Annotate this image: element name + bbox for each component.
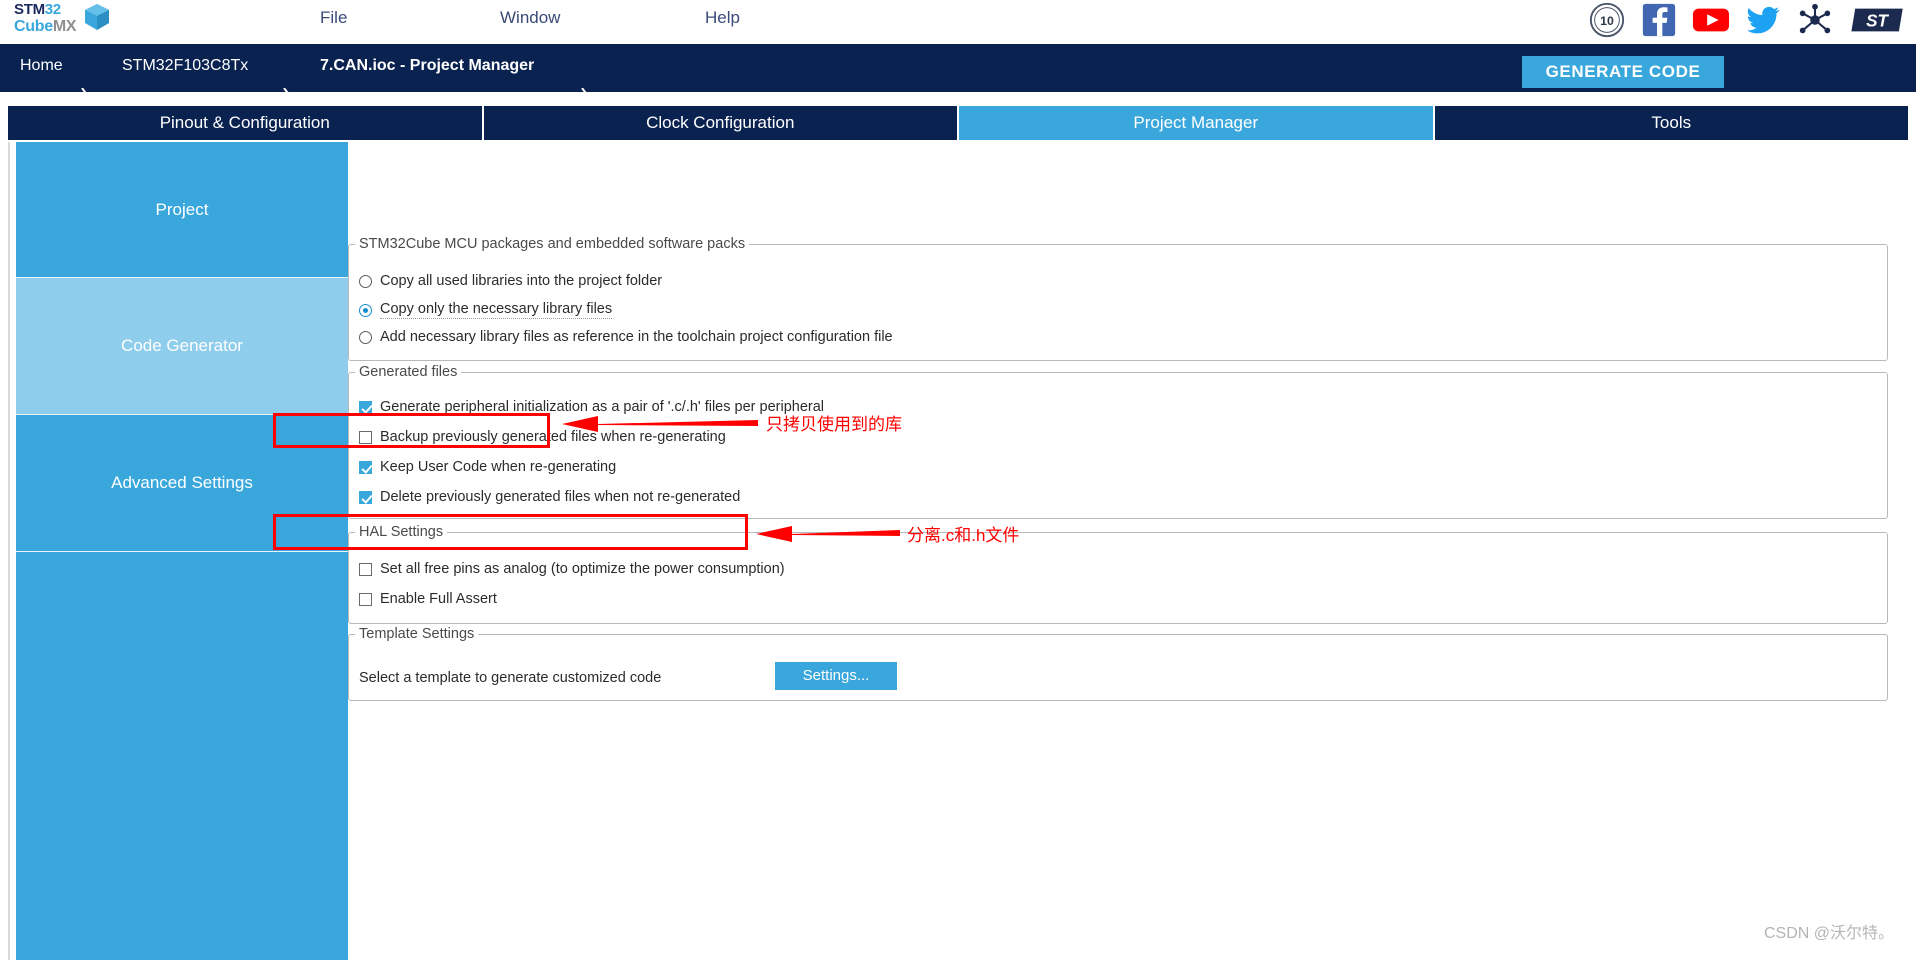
radio-icon[interactable] bbox=[359, 331, 372, 344]
generate-code-button[interactable]: GENERATE CODE bbox=[1522, 56, 1724, 88]
template-settings-button[interactable]: Settings... bbox=[775, 662, 897, 690]
checkbox-label: Delete previously generated files when n… bbox=[380, 489, 741, 505]
tab-clock-configuration[interactable]: Clock Configuration bbox=[483, 106, 957, 140]
svg-text:ST: ST bbox=[1866, 12, 1889, 31]
sidebar-item-label: Project bbox=[155, 199, 209, 219]
group-template-settings-legend: Template Settings bbox=[359, 626, 475, 642]
csdn-watermark: CSDN @沃尔特。 bbox=[1763, 925, 1894, 942]
logo-mx-text: MX bbox=[52, 18, 77, 35]
template-description: Select a template to generate customized… bbox=[359, 670, 662, 686]
group-mcu-packages: STM32Cube MCU packages and embedded soft… bbox=[348, 236, 1888, 361]
project-manager-sidebar: Project Code Generator Advanced Settings bbox=[16, 142, 348, 960]
radio-label: Copy only the necessary library files bbox=[380, 301, 613, 319]
checkbox-enable-full-assert[interactable]: Enable Full Assert bbox=[359, 592, 497, 607]
svg-text:10: 10 bbox=[1600, 14, 1614, 28]
cube-3d-icon bbox=[85, 4, 109, 30]
youtube-icon[interactable] bbox=[1692, 1, 1730, 39]
menu-help[interactable]: Help bbox=[705, 8, 740, 28]
group-mcu-packages-legend: STM32Cube MCU packages and embedded soft… bbox=[359, 236, 746, 252]
checkbox-label: Generate peripheral initialization as a … bbox=[380, 399, 824, 415]
radio-add-as-reference[interactable]: Add necessary library files as reference… bbox=[359, 330, 893, 345]
group-template-settings: Template Settings Select a template to g… bbox=[348, 626, 1888, 701]
sidebar-item-label: Advanced Settings bbox=[111, 473, 253, 492]
checkbox-set-free-pins-analog[interactable]: Set all free pins as analog (to optimize… bbox=[359, 562, 785, 577]
radio-copy-all-libraries[interactable]: Copy all used libraries into the project… bbox=[359, 274, 662, 289]
facebook-icon[interactable] bbox=[1640, 1, 1678, 39]
main-tab-bar: Pinout & Configuration Clock Configurati… bbox=[8, 106, 1908, 140]
tab-pinout-configuration[interactable]: Pinout & Configuration bbox=[8, 106, 482, 140]
twitter-icon[interactable] bbox=[1744, 1, 1782, 39]
group-generated-files-legend: Generated files bbox=[359, 364, 458, 380]
content-area: Project Code Generator Advanced Settings… bbox=[8, 142, 1910, 960]
checkbox-icon[interactable] bbox=[359, 563, 372, 576]
checkbox-icon-checked[interactable] bbox=[359, 401, 372, 414]
menu-file[interactable]: File bbox=[320, 8, 347, 28]
sidebar-item-code-generator[interactable]: Code Generator bbox=[16, 278, 348, 415]
logo-stm-text: STM bbox=[14, 1, 45, 18]
annotation-text-copy-only: 只拷贝使用到的库 bbox=[766, 415, 902, 434]
radio-copy-only-necessary[interactable]: Copy only the necessary library files bbox=[359, 301, 613, 319]
st-logo-icon[interactable]: ST bbox=[1848, 1, 1908, 39]
checkbox-keep-user-code[interactable]: Keep User Code when re-generating bbox=[359, 460, 616, 475]
checkbox-generate-peripheral-init-pair[interactable]: Generate peripheral initialization as a … bbox=[359, 400, 824, 415]
sidebar-item-label: Code Generator bbox=[121, 336, 243, 355]
breadcrumb-file[interactable]: 7.CAN.ioc - Project Manager bbox=[320, 57, 534, 75]
menu-bar: STM32 CubeMX File Window Help 10 ST bbox=[0, 0, 1916, 44]
checkbox-label: Keep User Code when re-generating bbox=[380, 459, 617, 475]
group-hal-settings: HAL Settings Set all free pins as analog… bbox=[348, 524, 1888, 624]
radio-label: Add necessary library files as reference… bbox=[380, 329, 893, 345]
sidebar-empty-area bbox=[16, 552, 348, 960]
group-hal-settings-legend: HAL Settings bbox=[359, 524, 444, 540]
network-icon[interactable] bbox=[1796, 1, 1834, 39]
logo-32-text: 32 bbox=[44, 1, 61, 18]
sidebar-item-project[interactable]: Project bbox=[16, 142, 348, 278]
checkbox-backup-previously-generated[interactable]: Backup previously generated files when r… bbox=[359, 430, 726, 445]
app-window: STM32 CubeMX File Window Help 10 ST Home… bbox=[0, 0, 1916, 961]
radio-label: Copy all used libraries into the project… bbox=[380, 273, 663, 289]
logo-cube-text: Cube bbox=[14, 18, 53, 35]
sidebar-item-advanced-settings[interactable]: Advanced Settings bbox=[16, 415, 348, 552]
breadcrumb-mcu[interactable]: STM32F103C8Tx bbox=[122, 57, 248, 75]
checkbox-icon-checked[interactable] bbox=[359, 491, 372, 504]
menu-window[interactable]: Window bbox=[500, 8, 560, 28]
checkbox-icon[interactable] bbox=[359, 593, 372, 606]
social-icon-group: 10 ST bbox=[1588, 1, 1908, 39]
checkbox-icon-checked[interactable] bbox=[359, 461, 372, 474]
ten-years-badge-icon[interactable]: 10 bbox=[1588, 1, 1626, 39]
checkbox-icon[interactable] bbox=[359, 431, 372, 444]
radio-icon-selected[interactable] bbox=[359, 304, 372, 317]
tab-project-manager[interactable]: Project Manager bbox=[959, 106, 1433, 140]
checkbox-label: Set all free pins as analog (to optimize… bbox=[380, 561, 785, 577]
breadcrumb-home[interactable]: Home bbox=[20, 57, 63, 75]
checkbox-label: Enable Full Assert bbox=[380, 591, 497, 607]
checkbox-label: Backup previously generated files when r… bbox=[380, 429, 726, 445]
code-generator-panel: STM32Cube MCU packages and embedded soft… bbox=[348, 142, 1910, 960]
radio-icon[interactable] bbox=[359, 275, 372, 288]
checkbox-delete-previously-generated[interactable]: Delete previously generated files when n… bbox=[359, 490, 740, 505]
group-generated-files: Generated files Generate peripheral init… bbox=[348, 364, 1888, 519]
tab-tools[interactable]: Tools bbox=[1434, 106, 1908, 140]
cubemx-logo: STM32 CubeMX bbox=[14, 2, 124, 46]
annotation-text-separate-ch: 分离.c和.h文件 bbox=[907, 526, 1020, 545]
